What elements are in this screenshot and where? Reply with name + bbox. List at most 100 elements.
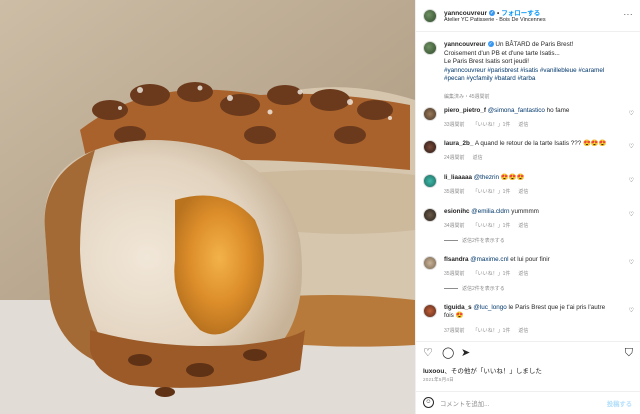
comment-item: tiguida_s @luc_longo le Paris Brest que … [416, 302, 640, 338]
comment-time[interactable]: 24週間前 [444, 155, 465, 161]
commenter-username[interactable]: flsandra [444, 256, 469, 263]
author-username[interactable]: yanncouvreur [444, 10, 487, 17]
comments-feed[interactable]: yanncouvreur ✓ Un BÂTARD de Paris Brest! … [416, 33, 640, 341]
comment-meta: 24週間前 返信 [444, 154, 491, 161]
comment-likes[interactable]: 「いいね！」1件 [473, 223, 511, 229]
post-photo[interactable] [0, 0, 415, 414]
comment-body: yummmm [509, 208, 539, 215]
comment-text: piero_pietro_f @simona_fantastico ho fam… [444, 107, 614, 115]
comment-item: piero_pietro_f @simona_fantastico ho fam… [416, 105, 640, 141]
comment-meta: 35週間前 「いいね！」1件 返信 [444, 188, 536, 195]
commenter-avatar[interactable] [423, 304, 437, 318]
comment-mention[interactable]: @maxime.cnl [470, 256, 508, 263]
comment-like-heart-icon[interactable]: ♡ [629, 307, 634, 314]
caption-username[interactable]: yanncouvreur [444, 41, 486, 48]
view-replies-button[interactable]: 返信2件を表示する [444, 285, 505, 292]
replies-line [444, 240, 458, 242]
comment-body: A quand le retour de la tarte Isatis ???… [474, 140, 607, 147]
post-date[interactable]: 2021年5月4日 [423, 377, 454, 383]
follow-button[interactable]: フォローする [501, 10, 540, 17]
comment-likes[interactable]: 「いいね！」1件 [473, 122, 511, 128]
likes-suffix[interactable]: 、その他が「いいね！」しました [444, 368, 542, 375]
comment-time[interactable]: 35週間前 [444, 189, 465, 195]
verified-badge-icon: ✓ [487, 41, 494, 48]
commenter-username[interactable]: esionihc [444, 208, 470, 215]
view-replies-label: 返信2件を表示する [462, 238, 505, 244]
replies-line [444, 288, 458, 290]
caption-line: Le Paris Brest Isatis sort jeudi! [444, 58, 530, 66]
caption-avatar[interactable] [423, 41, 437, 55]
emoji-icon[interactable]: ☺ [423, 397, 434, 408]
comment-mention[interactable]: @simona_fantastico [488, 107, 545, 114]
comment-icon[interactable]: ◯ [442, 348, 454, 359]
commenter-username[interactable]: tiguida_s [444, 304, 472, 311]
reply-button[interactable]: 返信 [518, 271, 528, 277]
comment-like-heart-icon[interactable]: ♡ [629, 211, 634, 218]
comment-like-heart-icon[interactable]: ♡ [629, 259, 634, 266]
paris-brest-pastry-image [0, 0, 415, 414]
heart-icon[interactable]: ♡ [423, 348, 433, 359]
post-location[interactable]: Atelier YC Patisserie - Bois De Vincenne… [444, 17, 546, 23]
add-comment-bar: ☺ コメントを追加... 投稿する [416, 391, 640, 414]
comment-text: li_liaaaaa @thezrin 😍😍😍 [444, 174, 614, 182]
post-comment-button[interactable]: 投稿する [607, 399, 632, 408]
commenter-avatar[interactable] [423, 256, 437, 270]
author-avatar[interactable] [423, 9, 437, 23]
view-replies-button[interactable]: 返信2件を表示する [444, 237, 505, 244]
comment-item: esionihc @emilia.cldrn yummmm 34週間前 「いいね！… [416, 206, 640, 250]
comment-likes[interactable]: 「いいね！」1件 [473, 328, 511, 334]
comment-text: flsandra @maxime.cnl et lui pour finir [444, 256, 614, 264]
comment-likes[interactable]: 「いいね！」1件 [473, 271, 511, 277]
more-options-icon[interactable]: ··· [624, 10, 634, 19]
comment-body: ho fame [544, 107, 570, 114]
add-comment-input[interactable]: コメントを追加... [440, 399, 489, 408]
caption-line: Un BÂTARD de Paris Brest! [495, 41, 574, 48]
commenter-username[interactable]: laura_2b_ [444, 140, 473, 147]
commenter-avatar[interactable] [423, 208, 437, 222]
comment-body: et lui pour finir [508, 256, 550, 263]
comment-time[interactable]: 37週間前 [444, 328, 465, 334]
comment-like-heart-icon[interactable]: ♡ [629, 177, 634, 184]
comment-meta: 33週間前 「いいね！」1件 返信 [444, 121, 536, 128]
comment-time[interactable]: 33週間前 [444, 122, 465, 128]
comment-time[interactable]: 35週間前 [444, 271, 465, 277]
comment-mention[interactable]: @thezrin [474, 174, 499, 181]
comment-mention[interactable]: @emilia.cldrn [471, 208, 509, 215]
commenter-avatar[interactable] [423, 107, 437, 121]
commenter-avatar[interactable] [423, 174, 437, 188]
commenter-username[interactable]: piero_pietro_f [444, 107, 486, 114]
comment-meta: 34週間前 「いいね！」1件 返信 [444, 222, 536, 229]
comment-mention[interactable]: @luc_longo [473, 304, 506, 311]
author-line: yanncouvreur ✓ • フォローする [444, 7, 540, 17]
verified-badge-icon: ✓ [489, 10, 495, 17]
comment-time[interactable]: 34週間前 [444, 223, 465, 229]
comment-like-heart-icon[interactable]: ♡ [629, 143, 634, 150]
comment-meta: 37週間前 「いいね！」1件 返信 [444, 327, 536, 334]
share-icon[interactable]: ➤ [461, 348, 470, 359]
comment-item: flsandra @maxime.cnl et lui pour finir 3… [416, 254, 640, 298]
post-sidebar: yanncouvreur ✓ • フォローする Atelier YC Patisser… [415, 0, 640, 414]
post-actions-bar: ♡ ◯ ➤ ⛉ [416, 341, 640, 365]
comment-text: laura_2b_ A quand le retour de la tarte … [444, 140, 614, 148]
reply-button[interactable]: 返信 [518, 223, 528, 229]
comment-text: esionihc @emilia.cldrn yummmm [444, 208, 614, 216]
liker-username[interactable]: luxoou [423, 368, 444, 375]
caption-line: Croisement d'un PB et d'une tarte Isatis… [444, 49, 560, 57]
reply-button[interactable]: 返信 [518, 122, 528, 128]
caption-hashtags[interactable]: #yanncouvreur #parisbrest #isatis #vanil… [444, 67, 604, 74]
comment-like-heart-icon[interactable]: ♡ [629, 110, 634, 117]
caption-text: yanncouvreur ✓ Un BÂTARD de Paris Brest! … [444, 41, 634, 84]
comment-body: 😍😍😍 [499, 174, 525, 181]
comment-text: tiguida_s @luc_longo le Paris Brest que … [444, 304, 614, 321]
reply-button[interactable]: 返信 [473, 155, 483, 161]
bookmark-icon[interactable]: ⛉ [625, 348, 633, 359]
separator-dot: • [497, 10, 500, 17]
commenter-username[interactable]: li_liaaaaa [444, 174, 472, 181]
caption-hashtags[interactable]: #pecan #ycfamily #batard #tarba [444, 75, 535, 82]
comment-likes[interactable]: 「いいね！」1件 [473, 189, 511, 195]
commenter-avatar[interactable] [423, 140, 437, 154]
view-replies-label: 返信2件を表示する [462, 286, 505, 292]
reply-button[interactable]: 返信 [518, 189, 528, 195]
reply-button[interactable]: 返信 [518, 328, 528, 334]
comment-meta: 35週間前 「いいね！」1件 返信 [444, 270, 536, 277]
